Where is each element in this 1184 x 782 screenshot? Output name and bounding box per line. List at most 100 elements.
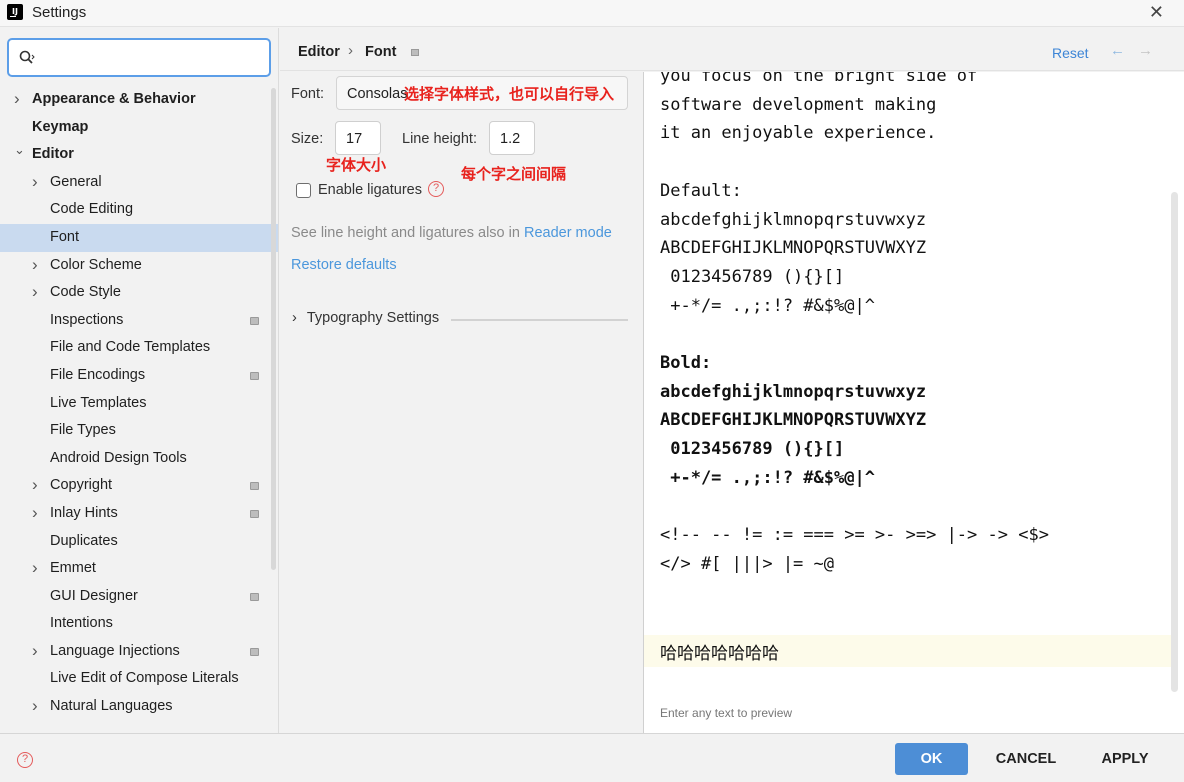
restore-defaults-link[interactable]: Restore defaults [291,257,397,273]
sidebar-item-gui-designer[interactable]: GUI Designer [0,583,278,611]
sidebar-item-language-injections[interactable]: › Language Injections [0,638,278,666]
sidebar-item-label: Keymap [32,118,89,135]
preview-line: <!-- -- != := === >= >- >=> |-> -> <$> [660,525,1049,546]
preview-line: 0123456789 (){}[] [660,266,845,287]
ok-button[interactable]: OK [895,743,968,775]
sidebar-item-emmet[interactable]: › Emmet [0,555,278,583]
preview-line: software development making [660,94,937,115]
sidebar-item-code-editing[interactable]: Code Editing [0,196,278,224]
forward-arrow-icon[interactable]: → [1138,42,1153,59]
preview-line: +-*/= .,;:!? #&$%@|^ [660,467,875,488]
project-scope-icon [250,647,259,656]
breadcrumb-font: Font [365,44,397,60]
sidebar-item-label: Android Design Tools [50,449,187,466]
sidebar-item-android-design-tools[interactable]: Android Design Tools [0,445,278,473]
preview-custom-text[interactable]: 哈哈哈哈哈哈哈 [660,639,779,664]
chevron-right-icon[interactable]: › [32,499,42,526]
sidebar-item-live-templates[interactable]: Live Templates [0,390,278,418]
project-scope-icon [250,592,259,601]
section-divider [451,319,628,321]
close-button[interactable]: ✕ [1149,2,1164,23]
sidebar-item-label: Code Style [50,284,121,301]
chevron-right-icon[interactable]: › [32,168,42,195]
sidebar-item-label: Code Editing [50,201,134,218]
back-arrow-icon[interactable]: ← [1110,42,1125,59]
search-input[interactable] [39,46,259,70]
reader-mode-hint: See line height and ligatures also in Re… [291,225,612,241]
sidebar-item-label: Font [50,228,80,245]
preview-line: it an enjoyable experience. [660,123,937,144]
size-annotation: 字体大小 [326,156,387,174]
hint-text: See line height and ligatures also in [291,225,524,241]
preview-line: Bold: [660,353,712,373]
project-scope-icon [250,371,259,380]
chevron-right-icon[interactable]: › [32,554,42,581]
line-height-input[interactable]: 1.2 [489,121,535,155]
sidebar-item-file-and-code-templates[interactable]: File and Code Templates [0,334,278,362]
project-scope-icon [250,316,259,325]
sidebar-item-keymap[interactable]: Keymap [0,114,278,142]
sidebar-item-general[interactable]: › General [0,169,278,197]
sidebar-item-label: Intentions [50,615,113,632]
sidebar-item-code-style[interactable]: › Code Style [0,279,278,307]
sidebar-item-live-edit-of-compose-literals[interactable]: Live Edit of Compose Literals [0,665,278,693]
sidebar-item-natural-languages[interactable]: › Natural Languages [0,693,278,721]
chevron-right-icon[interactable]: › [32,637,42,664]
sidebar-item-label: Inspections [50,311,124,328]
sidebar-item-label: File and Code Templates [50,339,211,356]
help-icon[interactable]: ? [17,752,33,768]
breadcrumb-editor[interactable]: Editor [298,44,340,60]
ligatures-label[interactable]: Enable ligatures [318,182,422,198]
preview-placeholder: Enter any text to preview [660,706,793,720]
font-preview[interactable]: you focus on the bright side of software … [643,72,1184,733]
sidebar-item-file-encodings[interactable]: File Encodings [0,362,278,390]
preview-line: 0123456789 (){}[] [660,439,845,460]
sidebar-item-label: GUI Designer [50,587,138,604]
ligatures-checkbox[interactable] [296,183,311,198]
breadcrumb: Editor › Font Reset ← → [280,28,1184,71]
sidebar-item-label: File Encodings [50,366,146,383]
sidebar-item-inspections[interactable]: Inspections [0,307,278,335]
project-scope-icon [411,49,419,56]
reader-mode-link[interactable]: Reader mode [524,225,612,241]
chevron-right-icon[interactable]: › [32,251,42,278]
sidebar-item-color-scheme[interactable]: › Color Scheme [0,252,278,280]
typography-settings-toggle[interactable]: › Typography Settings [292,310,439,326]
chevron-right-icon[interactable]: › [32,471,42,498]
sidebar-item-appearance-behavior[interactable]: › Appearance & Behavior [0,86,278,114]
preview-line: ABCDEFGHIJKLMNOPQRSTUVWXYZ [660,410,927,431]
chevron-right-icon: › [292,310,297,326]
sidebar-item-duplicates[interactable]: Duplicates [0,528,278,556]
help-icon[interactable]: ? [428,181,444,197]
apply-button[interactable]: APPLY [1085,743,1165,775]
sidebar-item-intentions[interactable]: Intentions [0,610,278,638]
size-label: Size: [291,131,324,147]
search-box[interactable] [7,38,271,77]
sidebar-item-file-types[interactable]: File Types [0,417,278,445]
chevron-right-icon: › [348,42,353,59]
sidebar-item-copyright[interactable]: › Copyright [0,472,278,500]
chevron-right-icon[interactable]: › [32,278,42,305]
preview-line: </> #[ |||> |= ~@ [660,553,834,574]
size-input[interactable]: 17 [335,121,381,155]
font-label: Font: [291,86,325,102]
sidebar-item-label: Live Templates [50,394,147,411]
preview-line: ABCDEFGHIJKLMNOPQRSTUVWXYZ [660,238,927,259]
settings-sidebar: › Appearance & Behavior Keymap ⌄ Editor › Gene… [0,28,279,733]
cancel-button[interactable]: CANCEL [982,743,1070,775]
sidebar-scrollbar[interactable] [271,88,276,570]
sidebar-item-editor[interactable]: ⌄ Editor [0,141,278,169]
chevron-right-icon[interactable]: › [32,692,42,719]
sidebar-item-label: File Types [50,422,116,439]
sidebar-item-inlay-hints[interactable]: › Inlay Hints [0,500,278,528]
sidebar-item-label: Inlay Hints [50,504,118,521]
sidebar-item-label: Duplicates [50,532,118,549]
preview-line: +-*/= .,;:!? #&$%@|^ [660,295,875,316]
line-height-value: 1.2 [500,131,521,147]
reset-link[interactable]: Reset [1052,45,1089,61]
preview-line: abcdefghijklmnopqrstuvwxyz [660,381,927,402]
chevron-down-icon[interactable]: ⌄ [14,136,25,163]
sidebar-item-font[interactable]: Font [0,223,278,252]
chevron-right-icon[interactable]: › [14,85,24,112]
preview-scrollbar[interactable] [1171,192,1178,692]
